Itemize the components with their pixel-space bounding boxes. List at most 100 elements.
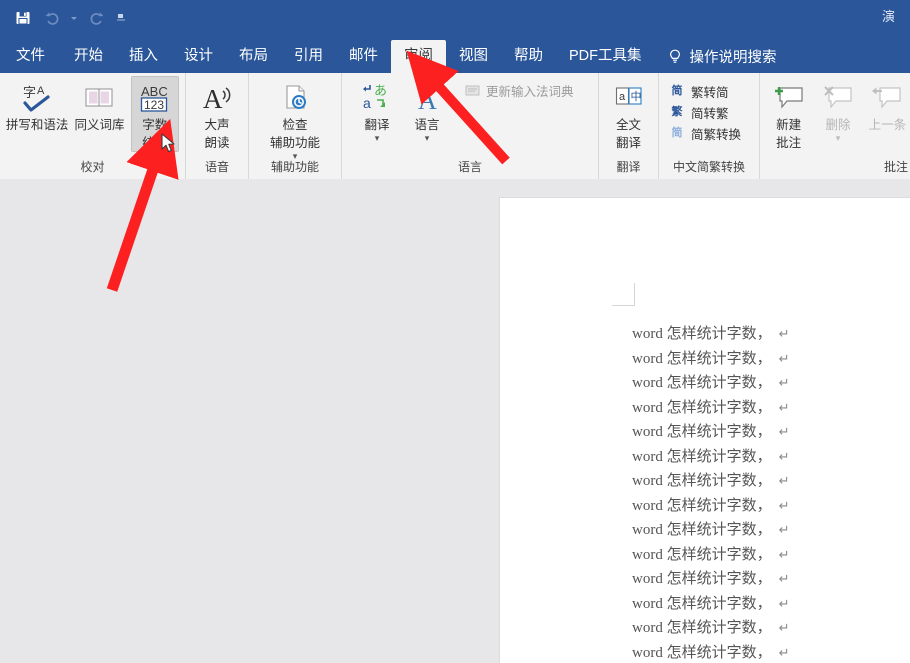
tab-file[interactable]: 文件 <box>0 40 61 73</box>
translate-dropdown-caret[interactable]: ▾ <box>375 134 380 143</box>
ribbon-group-speech: A 大声 朗读 语音 <box>186 73 249 179</box>
jian-glyph-icon: 简 <box>671 85 683 97</box>
paragraph-mark-icon: ↵ <box>778 448 790 464</box>
group-body-speech: A 大声 朗读 <box>186 76 248 154</box>
document-line: word 怎样统计字数， ↵ <box>632 469 910 494</box>
delete-comment-dropdown-caret[interactable]: ▾ <box>836 134 841 143</box>
document-line: word 怎样统计字数， ↵ <box>632 494 910 519</box>
thesaurus-label: 同义词库 <box>74 118 125 132</box>
chinese-conversion-items: 简 繁转简 繁 简转繁 简 简繁转换 <box>665 76 747 143</box>
group-label-comments: 批注 <box>883 160 908 174</box>
paragraph-mark-icon: ↵ <box>778 546 790 562</box>
book-icon <box>83 81 115 115</box>
svg-text:A: A <box>37 85 45 97</box>
document-line-text: word 怎样统计字数， <box>632 473 772 489</box>
ribbon: 字 A 拼写和语法 同义词库 ABC 123 字数 统计 校对 A 大声 朗读 … <box>0 73 910 180</box>
tell-me-label: 操作说明搜索 <box>689 50 777 66</box>
spelling-grammar-button[interactable]: 字 A 拼写和语法 <box>6 76 69 150</box>
ribbon-group-language: あ a 翻译 ▾ A 语言 ▾ 更新输入法词典 语言 <box>342 73 599 179</box>
new-comment-label-line1: 新建 <box>776 118 802 132</box>
tab-pdf-toolkit[interactable]: PDF工具集 <box>556 40 655 73</box>
check-accessibility-button[interactable]: 检查 辅助功能 ▾ <box>259 76 331 161</box>
tab-help[interactable]: 帮助 <box>501 40 556 73</box>
redo-button[interactable] <box>83 5 109 31</box>
abc-123-icon: ABC 123 <box>138 81 172 115</box>
word-count-label-line1: 字数 <box>142 118 168 132</box>
tab-home[interactable]: 开始 <box>61 40 116 73</box>
redo-arrow-icon <box>90 11 103 25</box>
ribbon-group-proofing: 字 A 拼写和语法 同义词库 ABC 123 字数 统计 校对 <box>0 73 186 179</box>
ribbon-group-chinese-conversion: 简 繁转简 繁 简转繁 简 简繁转换 中文简繁转换 <box>659 73 760 179</box>
paragraph-mark-icon: ↵ <box>778 644 790 660</box>
accessibility-check-icon <box>279 81 311 115</box>
thesaurus-button[interactable]: 同义词库 <box>72 76 126 150</box>
previous-comment-button[interactable]: 上一条 <box>863 76 910 150</box>
ribbon-group-comments: 新建 批注 删除 ▾ 上一条 批注 <box>760 73 910 179</box>
paragraph-mark-icon: ↵ <box>778 326 790 341</box>
tab-mailings[interactable]: 邮件 <box>336 40 391 73</box>
document-line-text: word 怎样统计字数， <box>632 620 772 636</box>
document-line: word 怎样统计字数， ↵ <box>632 592 910 617</box>
delete-comment-label: 删除 <box>825 118 851 132</box>
ribbon-group-translation: a 中 全文 翻译 翻译 <box>599 73 659 179</box>
update-ime-dictionary-button[interactable]: 更新输入法词典 <box>460 80 580 100</box>
text-boundary-mark <box>612 283 635 306</box>
tab-design[interactable]: 设计 <box>171 40 226 73</box>
document-line-text: word 怎样统计字数， <box>632 522 772 538</box>
check-accessibility-label-line2: 辅助功能 <box>269 136 320 150</box>
customize-quick-access-button[interactable] <box>112 5 130 31</box>
group-label-proofing: 校对 <box>80 160 105 174</box>
tab-review[interactable]: 审阅 <box>391 40 446 73</box>
tab-insert[interactable]: 插入 <box>116 40 171 73</box>
document-line-text: word 怎样统计字数， <box>632 350 772 367</box>
tab-references[interactable]: 引用 <box>281 40 336 73</box>
simplified-traditional-conversion-button[interactable]: 简 简繁转换 <box>665 123 747 143</box>
group-label-language: 语言 <box>457 160 482 174</box>
tell-me-search[interactable]: 操作说明搜索 <box>655 40 777 73</box>
paragraph-mark-icon: ↵ <box>778 522 790 537</box>
simplified-to-traditional-button[interactable]: 繁 简转繁 <box>665 102 747 122</box>
document-workspace[interactable]: word 怎样统计字数， ↵ word 怎样统计字数， ↵ word 怎样统计字数， ↵ w… <box>0 179 910 663</box>
document-line-text: word 怎样统计字数， <box>632 448 772 465</box>
document-line: word 怎样统计字数， ↵ <box>632 641 910 663</box>
save-button[interactable] <box>10 5 36 31</box>
language-dropdown-caret[interactable]: ▾ <box>425 134 430 143</box>
paragraph-mark-icon: ↵ <box>778 473 790 488</box>
translate-button[interactable]: あ a 翻译 ▾ <box>352 76 402 150</box>
svg-text:a: a <box>619 91 626 103</box>
full-text-translate-button[interactable]: a 中 全文 翻译 <box>603 76 654 152</box>
group-label-chinese-conversion: 中文简繁转换 <box>672 160 745 174</box>
simplified-to-traditional-label: 简转繁 <box>691 106 729 121</box>
document-line: word 怎样统计字数， ↵ <box>632 518 910 543</box>
language-button[interactable]: A 语言 ▾ <box>402 76 452 150</box>
group-label-speech: 语音 <box>204 160 229 174</box>
read-aloud-icon: A <box>200 81 234 115</box>
document-text-body[interactable]: word 怎样统计字数， ↵ word 怎样统计字数， ↵ word 怎样统计字数， ↵ w… <box>632 322 910 663</box>
document-page[interactable]: word 怎样统计字数， ↵ word 怎样统计字数， ↵ word 怎样统计字数， ↵ w… <box>500 198 910 663</box>
title-bar: 演 <box>0 0 910 36</box>
delete-comment-icon <box>822 81 854 115</box>
document-line: word 怎样统计字数， ↵ <box>632 567 910 592</box>
word-application-window: 演 文件 开始 插入 设计 布局 引用 邮件 审阅 视图 帮助 PDF工具集 操… <box>0 0 910 663</box>
tab-view[interactable]: 视图 <box>446 40 501 73</box>
update-ime-dictionary-label: 更新输入法词典 <box>486 84 574 99</box>
paragraph-mark-icon: ↵ <box>778 424 790 439</box>
svg-text:字: 字 <box>23 85 36 100</box>
paragraph-mark-icon: ↵ <box>778 375 790 390</box>
full-translate-icon: a 中 <box>613 81 645 115</box>
traditional-to-simplified-button[interactable]: 简 繁转简 <box>665 81 747 101</box>
svg-text:a: a <box>363 95 371 111</box>
delete-comment-button[interactable]: 删除 ▾ <box>813 76 862 150</box>
undo-button[interactable] <box>39 5 65 31</box>
document-line: word 怎样统计字数， ↵ <box>632 543 910 568</box>
translate-icon: あ a <box>361 81 393 115</box>
tab-layout[interactable]: 布局 <box>226 40 281 73</box>
group-body-accessibility: 检查 辅助功能 ▾ <box>249 76 341 161</box>
document-line: word 怎样统计字数， ↵ <box>632 445 910 470</box>
new-comment-button[interactable]: 新建 批注 <box>764 76 813 152</box>
document-line: word 怎样统计字数， ↵ <box>632 371 910 396</box>
undo-dropdown-button[interactable] <box>68 5 80 31</box>
group-body-translation: a 中 全文 翻译 <box>599 76 658 154</box>
read-aloud-button[interactable]: A 大声 朗读 <box>190 76 244 152</box>
document-line-text: word 怎样统计字数， <box>632 375 772 391</box>
